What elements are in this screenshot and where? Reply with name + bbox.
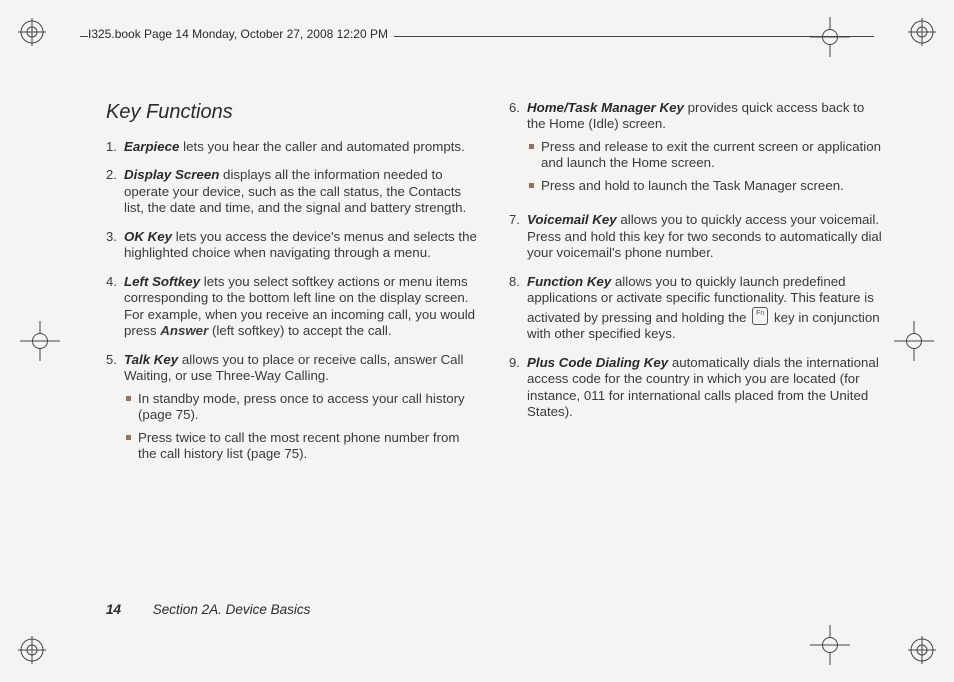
term: Left Softkey	[124, 274, 200, 289]
crop-mark-icon	[18, 636, 46, 664]
sub-list: Press and release to exit the current sc…	[527, 139, 882, 200]
sub-list-item: Press and hold to launch the Task Manage…	[527, 178, 882, 200]
item-number: 7.	[509, 212, 520, 228]
term: Talk Key	[124, 352, 178, 367]
list-item: 2. Display Screen displays all the infor…	[106, 167, 479, 228]
list-item: 4. Left Softkey lets you select softkey …	[106, 274, 479, 352]
item-text: lets you hear the caller and automated p…	[179, 139, 464, 154]
term: Voicemail Key	[527, 212, 617, 227]
key-functions-list-right: 6. Home/Task Manager Key provides quick …	[509, 100, 882, 433]
register-cross-icon	[20, 321, 60, 361]
item-number: 5.	[106, 352, 117, 368]
item-text: (left softkey) to accept the call.	[208, 323, 391, 338]
list-item: 3. OK Key lets you access the device's m…	[106, 229, 479, 274]
section-label: Section 2A. Device Basics	[153, 602, 311, 617]
sub-list-item: Press twice to call the most recent phon…	[124, 430, 479, 469]
page-content: Key Functions 1. Earpiece lets you hear …	[106, 100, 882, 612]
item-number: 2.	[106, 167, 117, 183]
item-number: 1.	[106, 139, 117, 155]
item-number: 9.	[509, 355, 520, 371]
term: OK Key	[124, 229, 172, 244]
list-item: 5. Talk Key allows you to place or recei…	[106, 352, 479, 481]
page-number: 14	[106, 602, 121, 617]
key-functions-list-left: 1. Earpiece lets you hear the caller and…	[106, 139, 479, 481]
section-title: Key Functions	[106, 100, 479, 125]
register-cross-icon	[810, 17, 850, 57]
list-item: 9. Plus Code Dialing Key automatically d…	[509, 355, 882, 433]
term: Function Key	[527, 274, 611, 289]
term: Home/Task Manager Key	[527, 100, 684, 115]
sub-list: In standby mode, press once to access yo…	[124, 391, 479, 469]
list-item: 8. Function Key allows you to quickly la…	[509, 274, 882, 355]
term: Display Screen	[124, 167, 219, 182]
list-item: 7. Voicemail Key allows you to quickly a…	[509, 212, 882, 273]
header-stamp: I325.book Page 14 Monday, October 27, 20…	[88, 27, 394, 41]
crop-mark-icon	[908, 636, 936, 664]
item-number: 8.	[509, 274, 520, 290]
item-number: 4.	[106, 274, 117, 290]
item-number: 6.	[509, 100, 520, 116]
crop-mark-icon	[908, 18, 936, 46]
term: Plus Code Dialing Key	[527, 355, 668, 370]
left-column: Key Functions 1. Earpiece lets you hear …	[106, 100, 479, 612]
sub-list-item: In standby mode, press once to access yo…	[124, 391, 479, 430]
page-footer: 14 Section 2A. Device Basics	[106, 602, 310, 617]
crop-mark-icon	[18, 18, 46, 46]
item-number: 3.	[106, 229, 117, 245]
right-column: 6. Home/Task Manager Key provides quick …	[509, 100, 882, 612]
term: Answer	[160, 323, 208, 338]
register-cross-icon	[810, 625, 850, 665]
register-cross-icon	[894, 321, 934, 361]
term: Earpiece	[124, 139, 179, 154]
sub-list-item: Press and release to exit the current sc…	[527, 139, 882, 178]
item-text: lets you access the device's menus and s…	[124, 229, 477, 260]
list-item: 6. Home/Task Manager Key provides quick …	[509, 100, 882, 212]
fn-key-icon	[752, 307, 768, 325]
list-item: 1. Earpiece lets you hear the caller and…	[106, 139, 479, 167]
